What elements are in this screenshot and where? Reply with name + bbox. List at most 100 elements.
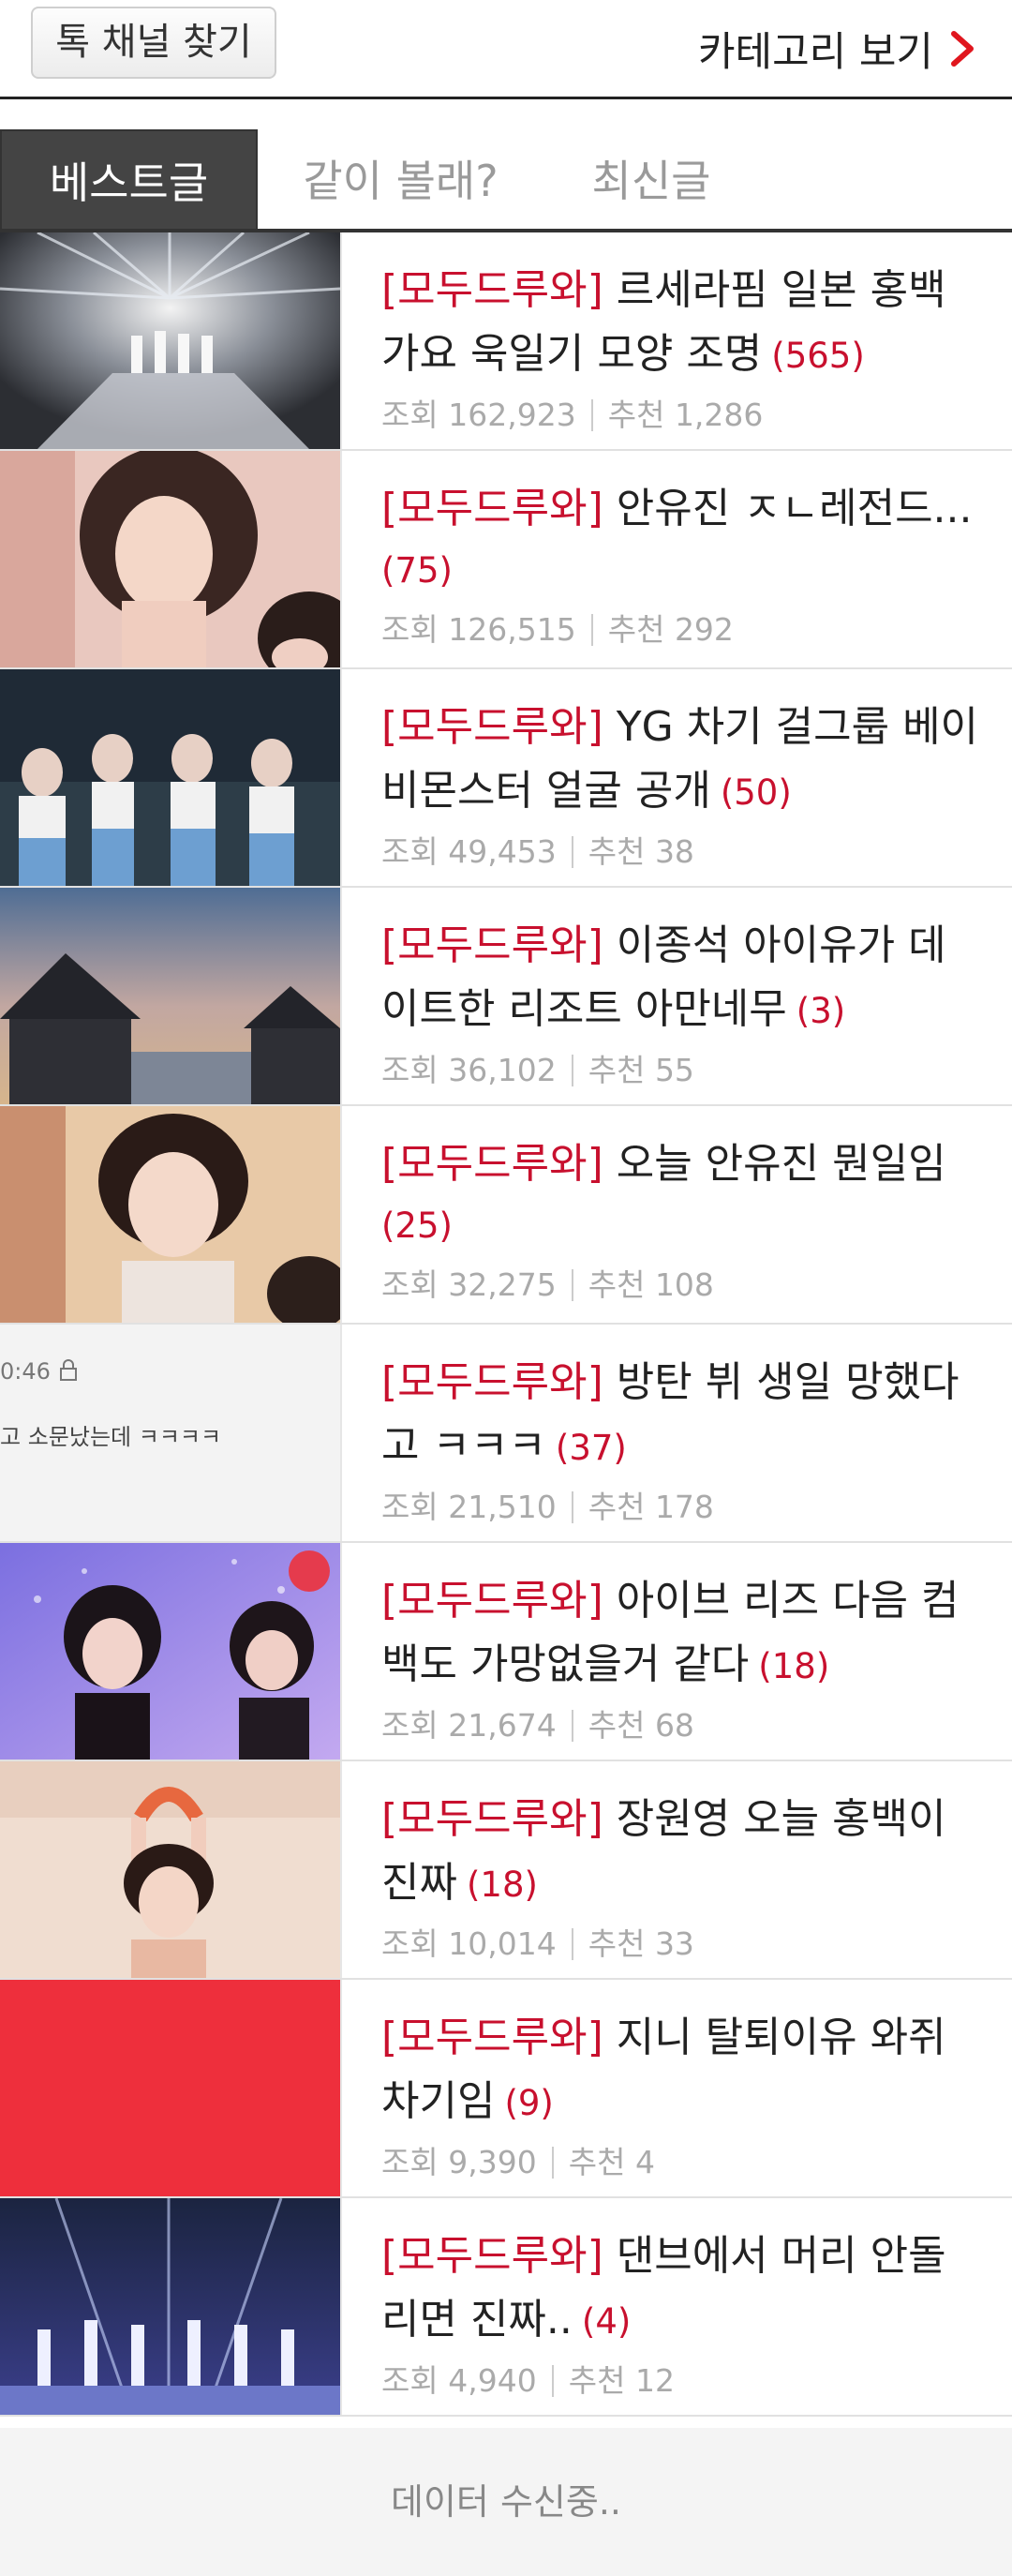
row-divider <box>340 232 342 449</box>
views-label: 조회 <box>381 1925 439 1962</box>
post-content: [모두드루와] 오늘 안유진 뭔일임 (25) 조회 32,275 추천 108 <box>381 1132 984 1305</box>
post-thumbnail <box>0 1106 340 1323</box>
post-prefix: [모두드루와] <box>381 1795 603 1843</box>
likes-count: 33 <box>654 1925 694 1962</box>
post-prefix: [모두드루와] <box>381 921 603 969</box>
row-divider <box>340 1761 342 1978</box>
likes-label: 추천 <box>588 1707 646 1744</box>
meta-separator <box>590 399 593 431</box>
views-count: 49,453 <box>448 833 557 870</box>
views-count: 21,674 <box>448 1707 557 1744</box>
likes-count: 12 <box>634 2362 675 2399</box>
comment-count: (18) <box>466 1865 538 1905</box>
likes-label: 추천 <box>588 1266 646 1303</box>
likes-count: 55 <box>654 1052 694 1088</box>
post-title-text: 오늘 안유진 뭔일임 <box>616 1140 946 1188</box>
post-title[interactable]: [모두드루와] 방탄 뷔 생일 망했다고 ㅋㅋㅋ (37) <box>381 1351 984 1480</box>
post-row[interactable]: [모두드루와] 댄브에서 머리 안돌리면 진짜.. (4) 조회 4,940 추천 … <box>0 2198 1012 2417</box>
views-label: 조회 <box>381 2144 439 2180</box>
likes-label: 추천 <box>607 611 665 648</box>
find-channel-button[interactable]: 톡 채널 찾기 <box>31 7 276 79</box>
views-count: 4,940 <box>448 2362 537 2399</box>
post-row[interactable]: [모두드루와] 이종석 아이유가 데이트한 리조트 아만네무 (3) 조회 36,… <box>0 888 1012 1106</box>
post-prefix: [모두드루와] <box>381 1140 603 1188</box>
post-meta: 조회 49,453 추천 38 <box>381 827 984 872</box>
post-row[interactable]: 0:46 고 소문났는데 ㅋㅋㅋㅋ [모두드루와] 방탄 뷔 생일 망했다고 ㅋ… <box>0 1325 1012 1543</box>
post-meta: 조회 126,515 추천 292 <box>381 605 984 650</box>
post-prefix: [모두드루와] <box>381 485 603 532</box>
lock-icon <box>58 1358 79 1383</box>
comment-count: (25) <box>381 1206 453 1246</box>
likes-count: 178 <box>654 1489 714 1525</box>
meta-separator <box>571 1710 573 1742</box>
post-row[interactable]: [모두드루와] YG 차기 걸그룹 베이비몬스터 얼굴 공개 (50) 조회 49… <box>0 669 1012 888</box>
comment-count: (50) <box>720 772 792 813</box>
likes-label: 추천 <box>588 1052 646 1088</box>
comment-count: (565) <box>771 336 865 376</box>
post-content: [모두드루와] YG 차기 걸그룹 베이비몬스터 얼굴 공개 (50) 조회 49… <box>381 696 984 872</box>
post-title[interactable]: [모두드루와] 지니 탈퇴이유 와쥐 차기임 (9) <box>381 2006 984 2135</box>
post-thumbnail <box>0 2198 340 2415</box>
likes-count: 68 <box>654 1707 694 1744</box>
post-title[interactable]: [모두드루와] 댄브에서 머리 안돌리면 진짜.. (4) <box>381 2224 984 2354</box>
likes-count: 38 <box>654 833 694 870</box>
post-title[interactable]: [모두드루와] YG 차기 걸그룹 베이비몬스터 얼굴 공개 (50) <box>381 696 984 825</box>
post-prefix: [모두드루와] <box>381 266 603 314</box>
post-title[interactable]: [모두드루와] 이종석 아이유가 데이트한 리조트 아만네무 (3) <box>381 914 984 1043</box>
post-content: [모두드루와] 댄브에서 머리 안돌리면 진짜.. (4) 조회 4,940 추천 … <box>381 2224 984 2401</box>
meta-separator <box>571 1269 573 1301</box>
row-divider <box>340 1980 342 2196</box>
meta-separator <box>551 2147 554 2179</box>
post-title[interactable]: [모두드루와] 르세라핌 일본 홍백 가요 욱일기 모양 조명 (565) <box>381 259 984 388</box>
likes-label: 추천 <box>607 397 665 433</box>
post-row[interactable]: [모두드루와] 르세라핌 일본 홍백 가요 욱일기 모양 조명 (565) 조회 … <box>0 232 1012 451</box>
meta-separator <box>571 1491 573 1523</box>
meta-separator <box>590 614 593 646</box>
post-thumbnail <box>0 451 340 667</box>
tab-watch-together[interactable]: 같이 볼래? <box>281 129 520 231</box>
post-row[interactable]: [모두드루와] 아이브 리즈 다음 컴백도 가망없을거 같다 (18) 조회 21… <box>0 1543 1012 1761</box>
likes-count: 108 <box>654 1266 714 1303</box>
post-title[interactable]: [모두드루와] 장원영 오늘 홍백이 진짜 (18) <box>381 1788 984 1917</box>
post-meta: 조회 162,923 추천 1,286 <box>381 390 984 435</box>
likes-label: 추천 <box>568 2144 626 2180</box>
views-count: 32,275 <box>448 1266 557 1303</box>
post-title[interactable]: [모두드루와] 안유진 ㅈㄴ레전드... <box>381 477 984 541</box>
post-prefix: [모두드루와] <box>381 2014 603 2061</box>
loading-text: 데이터 수신중.. <box>391 2481 621 2523</box>
category-view-link[interactable]: 카테고리 보기 <box>698 11 984 86</box>
post-comments-line: (25) <box>381 1192 984 1258</box>
header-divider <box>0 97 1012 99</box>
row-divider <box>340 669 342 886</box>
post-row[interactable]: [모두드루와] 장원영 오늘 홍백이 진짜 (18) 조회 10,014 추천 33 <box>0 1761 1012 1980</box>
row-divider <box>340 451 342 667</box>
post-content: [모두드루와] 방탄 뷔 생일 망했다고 ㅋㅋㅋ (37) 조회 21,510 추천… <box>381 1351 984 1527</box>
post-content: [모두드루와] 이종석 아이유가 데이트한 리조트 아만네무 (3) 조회 36,… <box>381 914 984 1090</box>
views-count: 10,014 <box>448 1925 557 1962</box>
post-title[interactable]: [모두드루와] 아이브 리즈 다음 컴백도 가망없을거 같다 (18) <box>381 1569 984 1699</box>
views-label: 조회 <box>381 1266 439 1303</box>
post-title[interactable]: [모두드루와] 오늘 안유진 뭔일임 <box>381 1132 984 1196</box>
post-thumbnail <box>0 232 340 449</box>
views-count: 36,102 <box>448 1052 557 1088</box>
views-label: 조회 <box>381 2362 439 2399</box>
likes-count: 292 <box>674 611 734 648</box>
post-meta: 조회 9,390 추천 4 <box>381 2137 984 2182</box>
post-title-text: 안유진 ㅈㄴ레전드... <box>616 485 973 532</box>
views-label: 조회 <box>381 611 439 648</box>
post-row[interactable]: [모두드루와] 오늘 안유진 뭔일임 (25) 조회 32,275 추천 108 <box>0 1106 1012 1325</box>
post-row[interactable]: [모두드루와] 지니 탈퇴이유 와쥐 차기임 (9) 조회 9,390 추천 4 <box>0 1980 1012 2198</box>
likes-count: 4 <box>634 2144 655 2180</box>
post-content: [모두드루와] 르세라핌 일본 홍백 가요 욱일기 모양 조명 (565) 조회 … <box>381 259 984 435</box>
top-bar: 톡 채널 찾기 카테고리 보기 <box>0 0 1012 97</box>
post-list: [모두드루와] 르세라핌 일본 홍백 가요 욱일기 모양 조명 (565) 조회 … <box>0 232 1012 2417</box>
comment-count: (37) <box>555 1428 627 1468</box>
meta-separator <box>571 836 573 868</box>
tab-best[interactable]: 베스트글 <box>0 129 258 231</box>
post-thumbnail <box>0 669 340 886</box>
post-row[interactable]: [모두드루와] 안유진 ㅈㄴ레전드... (75) 조회 126,515 추천 2… <box>0 451 1012 669</box>
post-comments-line: (75) <box>381 537 984 603</box>
views-label: 조회 <box>381 1707 439 1744</box>
tab-latest[interactable]: 최신글 <box>562 129 740 231</box>
post-meta: 조회 36,102 추천 55 <box>381 1045 984 1090</box>
